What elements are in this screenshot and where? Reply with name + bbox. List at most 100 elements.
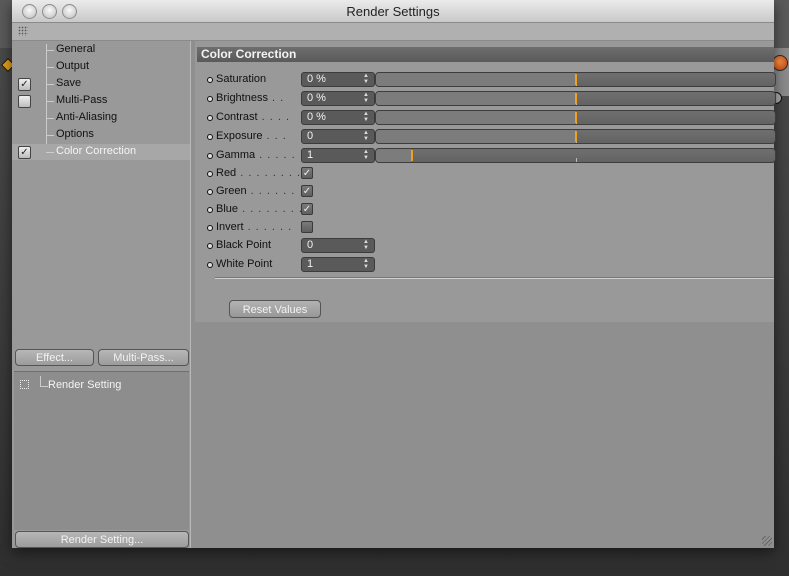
slider-knob[interactable] <box>575 74 577 85</box>
sidebar-item-options[interactable]: Options <box>12 127 190 143</box>
sidebar-item-general[interactable]: General <box>12 42 190 58</box>
field-value: 1 <box>307 258 314 270</box>
field-label: Invert . . . . . . <box>216 221 292 233</box>
animation-dot-icon[interactable] <box>207 243 213 249</box>
animation-dot-icon[interactable] <box>207 207 213 213</box>
field-label: Saturation <box>216 73 266 85</box>
animation-dot-icon[interactable] <box>207 153 213 159</box>
settings-sidebar: General Output Save Multi-Pass Anti-Aliasing… <box>12 41 190 548</box>
sidebar-item-anti-aliasing[interactable]: Anti-Aliasing <box>12 110 190 126</box>
settings-panel: Color Correction Saturation 0 % ▲▼ Brightn… <box>195 41 776 548</box>
globe-icon <box>772 55 788 71</box>
stepper-arrows-icon[interactable]: ▲▼ <box>359 258 372 270</box>
stepper-arrows-icon[interactable]: ▲▼ <box>359 239 372 251</box>
reset-values-button[interactable]: Reset Values <box>229 300 321 318</box>
field-value: 0 <box>307 130 314 142</box>
stepper-arrows-icon[interactable]: ▲▼ <box>359 92 372 104</box>
white-point-row: White Point 1 ▲▼ <box>195 256 774 274</box>
invert-row: Invert . . . . . . <box>195 219 774 237</box>
field-label-text: Contrast <box>216 111 258 123</box>
sidebar-item-label: Save <box>56 77 82 89</box>
animation-dot-icon[interactable] <box>207 171 213 177</box>
field-label-text: Exposure <box>216 130 263 142</box>
field-label: Brightness . . <box>216 92 284 104</box>
field-label-text: Red <box>216 167 237 179</box>
slider-fill <box>376 92 576 105</box>
render-setting-item[interactable]: Render Setting <box>48 379 121 391</box>
gamma-row: Gamma . . . . . 1 ▲▼ <box>195 147 776 165</box>
stepper-arrows-icon[interactable]: ▲▼ <box>359 130 372 142</box>
contrast-slider[interactable] <box>375 110 776 125</box>
section-title: Color Correction <box>197 47 774 62</box>
multipass-button[interactable]: Multi-Pass... <box>98 349 189 366</box>
red-checkbox[interactable] <box>301 167 313 179</box>
animation-dot-icon[interactable] <box>207 77 213 83</box>
exposure-field[interactable]: 0 ▲▼ <box>301 129 375 144</box>
sidebar-item-label: General <box>56 43 96 55</box>
field-value: 1 <box>307 149 314 161</box>
saturation-field[interactable]: 0 % ▲▼ <box>301 72 375 87</box>
titlebar: Render Settings <box>12 0 774 23</box>
green-row: Green . . . . . . <box>195 183 774 201</box>
brightness-slider[interactable] <box>375 91 776 106</box>
slider-knob[interactable] <box>575 112 577 123</box>
sidebar-item-checkbox[interactable] <box>18 78 31 91</box>
sidebar-item-color-correction[interactable]: Color Correction <box>12 144 190 160</box>
slider-knob[interactable] <box>411 150 413 161</box>
stepper-arrows-icon[interactable]: ▲▼ <box>359 149 372 161</box>
gamma-slider[interactable] <box>375 148 776 163</box>
stepper-arrows-icon[interactable]: ▲▼ <box>359 111 372 123</box>
grip-icon[interactable] <box>18 26 28 36</box>
field-value: 0 % <box>307 111 326 123</box>
tree-connector <box>46 118 54 119</box>
tree-connector <box>46 84 54 85</box>
slider-fill <box>376 73 576 86</box>
field-label-leader: . . . . <box>257 111 291 123</box>
window-title: Render Settings <box>346 4 440 19</box>
sidebar-item-checkbox[interactable] <box>18 146 31 159</box>
stepper-arrows-icon[interactable]: ▲▼ <box>359 73 372 85</box>
field-label-text: Black Point <box>216 239 272 251</box>
black-point-row: Black Point 0 ▲▼ <box>195 237 774 255</box>
black-point-field[interactable]: 0 ▲▼ <box>301 238 375 253</box>
sidebar-item-save[interactable]: Save <box>12 76 190 92</box>
animation-dot-icon[interactable] <box>207 262 213 268</box>
animation-dot-icon[interactable] <box>207 134 213 140</box>
sidebar-item-checkbox[interactable] <box>18 95 31 108</box>
saturation-slider[interactable] <box>375 72 776 87</box>
render-setting-button[interactable]: Render Setting... <box>15 531 189 548</box>
slider-fill <box>376 149 412 162</box>
tree-connector <box>40 386 48 387</box>
sidebar-item-label: Color Correction <box>56 145 137 157</box>
green-checkbox[interactable] <box>301 185 313 197</box>
sidebar-item-label: Output <box>56 60 90 72</box>
blue-row: Blue . . . . . . . . <box>195 201 774 219</box>
exposure-slider[interactable] <box>375 129 776 144</box>
gamma-field[interactable]: 1 ▲▼ <box>301 148 375 163</box>
animation-dot-icon[interactable] <box>207 225 213 231</box>
contrast-field[interactable]: 0 % ▲▼ <box>301 110 375 125</box>
field-label: White Point <box>216 258 272 270</box>
sidebar-item-multi-pass[interactable]: Multi-Pass <box>12 93 190 109</box>
field-value: 0 <box>307 239 314 251</box>
animation-dot-icon[interactable] <box>207 115 213 121</box>
field-value: 0 % <box>307 73 326 85</box>
white-point-field[interactable]: 1 ▲▼ <box>301 257 375 272</box>
brightness-field[interactable]: 0 % ▲▼ <box>301 91 375 106</box>
contrast-row: Contrast . . . . 0 % ▲▼ <box>195 109 776 127</box>
animation-dot-icon[interactable] <box>207 96 213 102</box>
field-label: Blue . . . . . . . . <box>216 203 303 215</box>
slider-knob[interactable] <box>575 131 577 142</box>
sidebar-item-output[interactable]: Output <box>12 59 190 75</box>
resize-handle-icon[interactable] <box>762 536 772 546</box>
render-settings-window: Render Settings General Output Save Multi-P… <box>12 0 776 548</box>
field-value: 0 % <box>307 92 326 104</box>
slider-fill <box>376 130 576 143</box>
blue-checkbox[interactable] <box>301 203 313 215</box>
invert-checkbox[interactable] <box>301 221 313 233</box>
effect-button[interactable]: Effect... <box>15 349 94 366</box>
field-label-text: Blue <box>216 203 239 215</box>
sidebar-item-label: Multi-Pass <box>56 94 108 106</box>
animation-dot-icon[interactable] <box>207 189 213 195</box>
slider-knob[interactable] <box>575 93 577 104</box>
